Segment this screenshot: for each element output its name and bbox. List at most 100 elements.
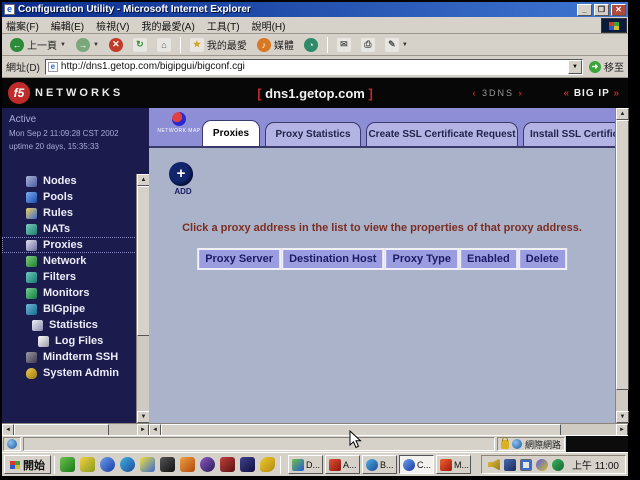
sidebar-item-statistics[interactable]: Statistics	[2, 317, 149, 333]
menu-favorites[interactable]: 我的最愛(A)	[141, 18, 194, 33]
maximize-button[interactable]: ❐	[594, 4, 609, 16]
tray-icon-4[interactable]	[536, 459, 548, 471]
sidebar-item-label: System Admin	[43, 367, 119, 379]
menu-help[interactable]: 說明(H)	[252, 18, 286, 33]
window-titlebar: e Configuration Utility - Microsoft Inte…	[2, 2, 628, 17]
go-label: 移至	[604, 59, 624, 74]
link-bigip[interactable]: « BIG IP »	[563, 88, 620, 99]
sidebar-item-filters[interactable]: Filters	[2, 269, 149, 285]
scroll-down-icon[interactable]: ▼	[616, 411, 629, 423]
sidebar-item-rules[interactable]: Rules	[2, 205, 149, 221]
network-map-button[interactable]: NETWORK MAP	[157, 112, 201, 134]
quicklaunch-icon-11[interactable]	[260, 457, 275, 472]
task-button-4[interactable]: C...	[399, 455, 434, 474]
sidebar-item-label: Proxies	[43, 239, 83, 251]
sidebar-item-label: Log Files	[55, 335, 103, 347]
mail-button[interactable]: ✉	[333, 37, 355, 53]
speaker-icon[interactable]	[488, 459, 500, 471]
network-map-icon	[172, 112, 186, 126]
column-destination-host: Destination Host	[281, 248, 384, 270]
task-button-3[interactable]: B...	[362, 455, 397, 474]
forward-dropdown-icon[interactable]: ▼	[93, 42, 99, 48]
history-button[interactable]: ◔	[300, 37, 322, 53]
quicklaunch-icon-8[interactable]	[200, 457, 215, 472]
link-3dns[interactable]: ‹ 3DNS ›	[472, 88, 523, 98]
menu-edit[interactable]: 編輯(E)	[51, 18, 84, 33]
sidebar-scrollbar[interactable]: ▲ ▼	[136, 174, 149, 423]
back-dropdown-icon[interactable]: ▼	[60, 42, 66, 48]
task-button-5[interactable]: M...	[436, 455, 471, 474]
sidebar-item-network[interactable]: Network	[2, 253, 149, 269]
back-label: 上一頁	[27, 37, 57, 52]
windows-logo-icon	[609, 22, 619, 30]
back-button[interactable]: ← 上一頁 ▼	[6, 36, 70, 53]
quicklaunch-icon-4[interactable]	[120, 457, 135, 472]
close-button[interactable]: ✕	[611, 4, 626, 16]
address-input[interactable]	[61, 61, 568, 72]
task-button-1[interactable]: D...	[288, 455, 323, 474]
tray-icon-2[interactable]	[504, 459, 516, 471]
edit-dropdown-icon[interactable]: ▼	[402, 42, 408, 48]
tab-proxy-statistics[interactable]: Proxy Statistics	[265, 122, 361, 146]
taskbar-clock[interactable]: 上午 11:00	[572, 457, 619, 472]
tab-install-ssl-certificate[interactable]: Install SSL Certificate	[523, 122, 615, 146]
go-button[interactable]: ➜ 移至	[589, 59, 624, 74]
favorites-button[interactable]: ★ 我的最愛	[186, 36, 251, 53]
forward-button[interactable]: → ▼	[72, 37, 103, 53]
toolbar-separator	[327, 37, 328, 53]
quicklaunch-icon-1[interactable]	[60, 457, 75, 472]
sidebar-item-system-admin[interactable]: System Admin	[2, 365, 149, 381]
quicklaunch-icon-3[interactable]	[100, 457, 115, 472]
content-hscrollbar[interactable]: ◄ ►	[149, 423, 628, 435]
minimize-button[interactable]: _	[577, 4, 592, 16]
horizontal-scrollbars: ◄ ► ◄ ►	[2, 423, 628, 435]
tab-bar: NETWORK MAP Proxies Proxy Statistics Cre…	[149, 108, 615, 148]
taskbar: 開始 D... A... B... C...	[2, 452, 628, 476]
system-tray: 上午 11:00	[481, 455, 626, 474]
lock-icon	[501, 440, 509, 449]
quicklaunch-icon-7[interactable]	[180, 457, 195, 472]
scrollbar-thumb[interactable]	[616, 120, 629, 390]
tab-proxies[interactable]: Proxies	[202, 120, 260, 146]
scroll-up-icon[interactable]: ▲	[616, 108, 629, 120]
content-frame: NETWORK MAP Proxies Proxy Statistics Cre…	[149, 108, 615, 423]
tab-create-ssl-certificate-request[interactable]: Create SSL Certificate Request	[366, 122, 518, 146]
quicklaunch-icon-10[interactable]	[240, 457, 255, 472]
task-button-2[interactable]: A...	[325, 455, 360, 474]
address-label: 網址(D)	[6, 59, 40, 74]
home-button[interactable]: ⌂	[153, 37, 175, 53]
sidebar-item-log-files[interactable]: Log Files	[2, 333, 149, 349]
tray-icon-5[interactable]	[552, 459, 564, 471]
sidebar-item-mindterm-ssh[interactable]: Mindterm SSH	[2, 349, 149, 365]
sidebar-item-monitors[interactable]: Monitors	[2, 285, 149, 301]
quicklaunch-icon-6[interactable]	[160, 457, 175, 472]
print-button[interactable]: ⎙	[357, 37, 379, 53]
quicklaunch-icon-5[interactable]	[140, 457, 155, 472]
start-button[interactable]: 開始	[4, 455, 51, 474]
nats-icon	[26, 224, 37, 235]
sidebar-item-bigpipe[interactable]: BIGpipe	[2, 301, 149, 317]
sidebar-item-nats[interactable]: NATs	[2, 221, 149, 237]
status-bar: 網際網路	[2, 435, 628, 452]
task-icon	[440, 459, 452, 471]
media-button[interactable]: ♪ 媒體	[253, 36, 298, 53]
quicklaunch-icon-2[interactable]	[80, 457, 95, 472]
content-scrollbar[interactable]: ▲ ▼	[615, 108, 628, 423]
sidebar-item-pools[interactable]: Pools	[2, 189, 149, 205]
sidebar-item-label: Pools	[43, 191, 73, 203]
quicklaunch-icon-9[interactable]	[220, 457, 235, 472]
sidebar-item-proxies[interactable]: Proxies	[2, 237, 149, 253]
sidebar-item-label: Mindterm SSH	[43, 351, 118, 363]
edit-button[interactable]: ✎ ▼	[381, 37, 412, 53]
display-monitor-icon[interactable]	[520, 459, 532, 471]
add-proxy-button[interactable]: + ADD	[169, 162, 197, 196]
menu-tools[interactable]: 工具(T)	[207, 18, 240, 33]
menu-file[interactable]: 檔案(F)	[6, 18, 39, 33]
sidebar-item-nodes[interactable]: Nodes	[2, 173, 149, 189]
stop-button[interactable]: ✕	[105, 37, 127, 53]
refresh-button[interactable]: ↻	[129, 37, 151, 53]
address-dropdown-button[interactable]: ▼	[568, 60, 582, 74]
sidebar-hscrollbar[interactable]: ◄ ►	[2, 423, 149, 435]
proxies-panel: + ADD Click a proxy address in the list …	[149, 150, 615, 423]
menu-view[interactable]: 檢視(V)	[96, 18, 129, 33]
